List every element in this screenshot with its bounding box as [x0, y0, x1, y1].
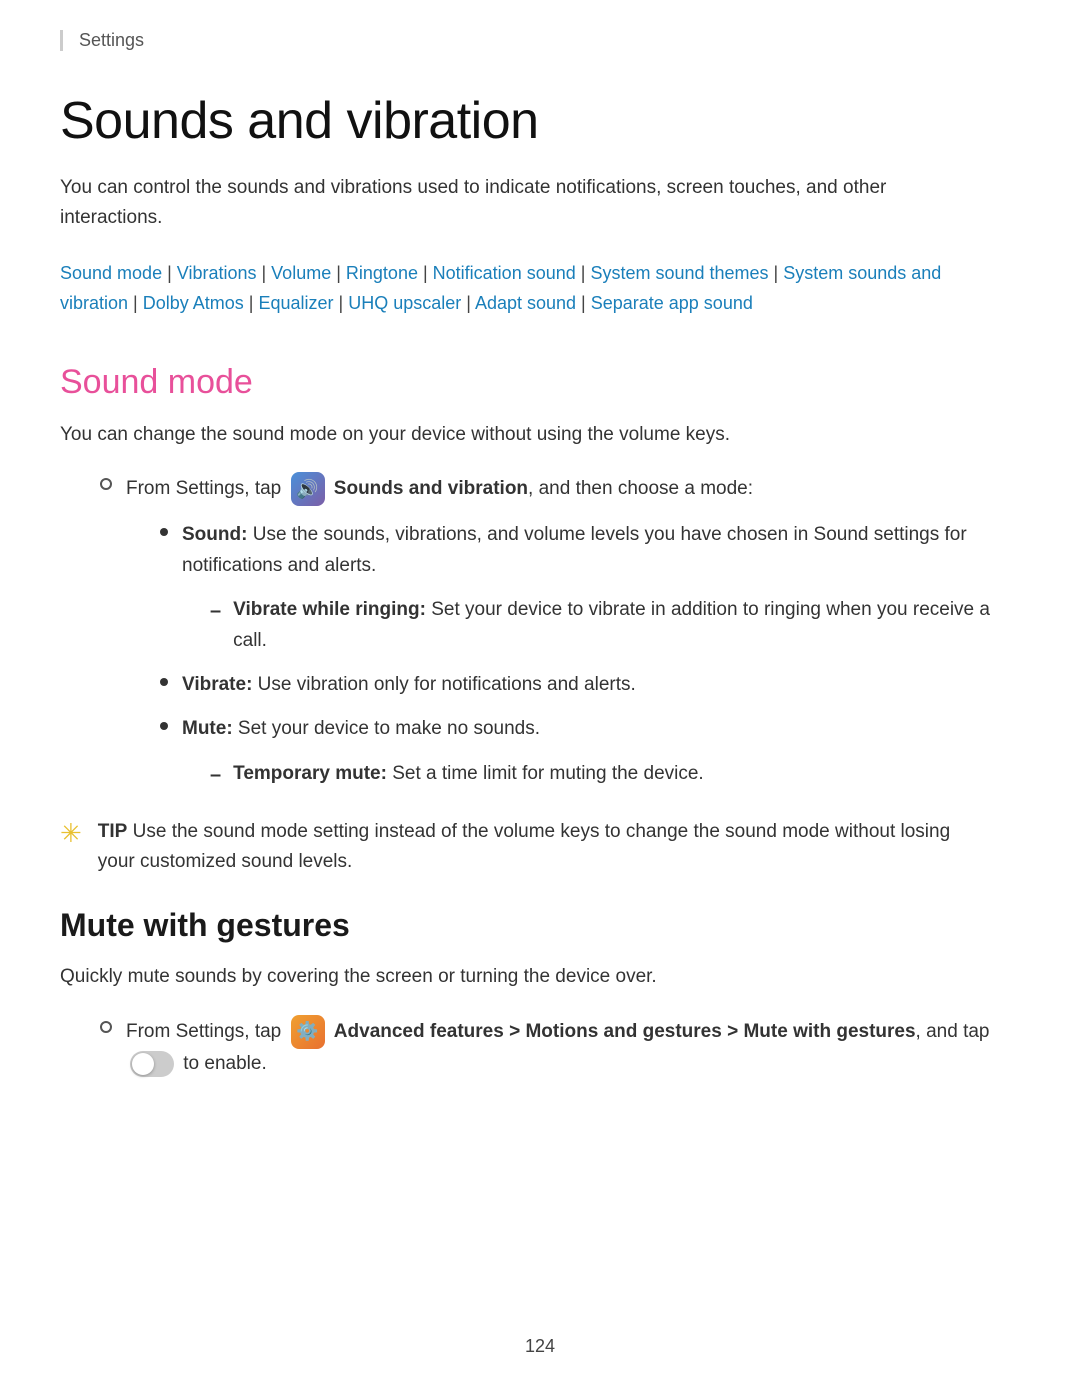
- nav-links: Sound mode | Vibrations | Volume | Ringt…: [60, 258, 1010, 319]
- nav-link-notification-sound[interactable]: Notification sound: [433, 263, 576, 283]
- dash-bullet-icon-2: –: [210, 759, 221, 791]
- nav-link-equalizer[interactable]: Equalizer: [258, 293, 333, 313]
- tip-box: ✳ TIP Use the sound mode setting instead…: [60, 817, 980, 878]
- nav-link-vibrations[interactable]: Vibrations: [177, 263, 257, 283]
- nav-link-uhq-upscaler[interactable]: UHQ upscaler: [348, 293, 461, 313]
- page-title: Sounds and vibration: [60, 91, 1020, 151]
- vibrate-while-ringing-bullet: – Vibrate while ringing: Set your device…: [210, 595, 1020, 656]
- mute-bullet: Mute: Set your device to make no sounds.: [160, 714, 1020, 744]
- dot-bullet-icon-2: [160, 678, 168, 686]
- sound-mode-bullet-1: From Settings, tap Sounds and vibration,…: [100, 472, 1020, 506]
- dot-bullet-icon-3: [160, 722, 168, 730]
- nav-link-volume[interactable]: Volume: [271, 263, 331, 283]
- sound-mode-title: Sound mode: [60, 363, 1020, 402]
- toggle-knob: [132, 1053, 154, 1075]
- toggle-switch[interactable]: [130, 1051, 174, 1077]
- mute-gestures-section: Mute with gestures Quickly mute sounds b…: [60, 907, 1020, 1079]
- sounds-and-vibration-icon: [291, 472, 325, 506]
- nav-link-system-sound-themes[interactable]: System sound themes: [590, 263, 768, 283]
- sound-bullet: Sound: Use the sounds, vibrations, and v…: [160, 520, 1020, 581]
- circle-bullet-icon: [100, 478, 112, 490]
- vibrate-bullet: Vibrate: Use vibration only for notifica…: [160, 670, 1020, 700]
- advanced-features-icon: [291, 1015, 325, 1049]
- nav-link-dolby-atmos[interactable]: Dolby Atmos: [143, 293, 244, 313]
- nav-link-adapt-sound[interactable]: Adapt sound: [475, 293, 576, 313]
- dash-bullet-icon: –: [210, 595, 221, 627]
- mute-gestures-description: Quickly mute sounds by covering the scre…: [60, 962, 980, 992]
- circle-bullet-icon-2: [100, 1021, 112, 1033]
- nav-link-separate-app-sound[interactable]: Separate app sound: [591, 293, 753, 313]
- sound-mode-description: You can change the sound mode on your de…: [60, 420, 980, 450]
- mute-gestures-title: Mute with gestures: [60, 907, 1020, 944]
- dot-bullet-icon: [160, 528, 168, 536]
- intro-text: You can control the sounds and vibration…: [60, 173, 960, 234]
- page-number: 124: [0, 1336, 1080, 1357]
- mute-gestures-bullet-1: From Settings, tap Advanced features > M…: [100, 1015, 1020, 1079]
- temporary-mute-bullet: – Temporary mute: Set a time limit for m…: [210, 759, 1020, 791]
- page-container: Settings Sounds and vibration You can co…: [0, 0, 1080, 1397]
- sound-mode-section: Sound mode You can change the sound mode…: [60, 363, 1020, 878]
- tip-icon: ✳: [60, 819, 82, 849]
- nav-link-sound-mode[interactable]: Sound mode: [60, 263, 162, 283]
- breadcrumb: Settings: [60, 30, 1020, 51]
- nav-link-ringtone[interactable]: Ringtone: [346, 263, 418, 283]
